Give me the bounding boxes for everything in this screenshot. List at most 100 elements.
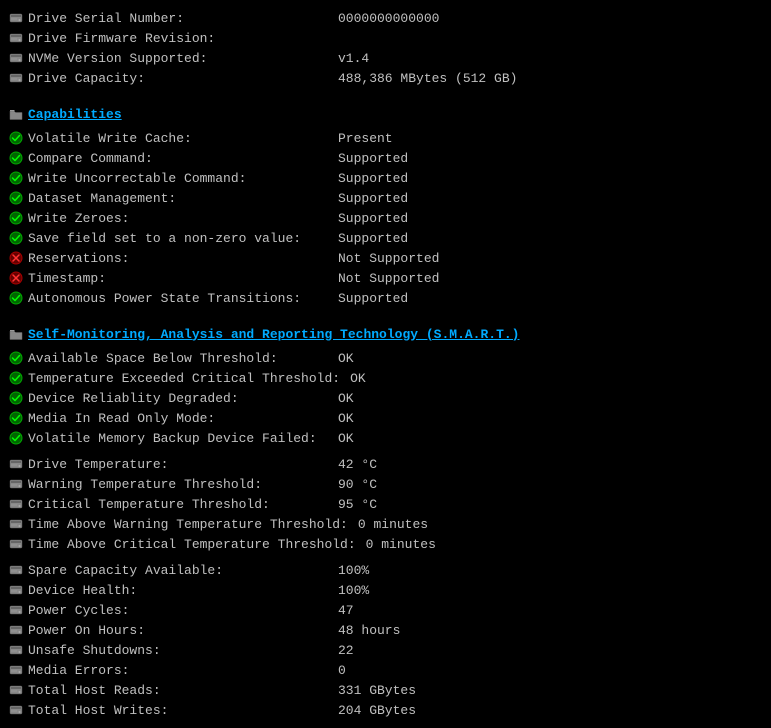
label-text-save-field: Save field set to a non-zero value: bbox=[28, 231, 301, 246]
label-autonomous-power: Autonomous Power State Transitions: bbox=[8, 290, 328, 306]
label-text-timestamp: Timestamp: bbox=[28, 271, 106, 286]
drive-icon bbox=[8, 476, 24, 492]
label-text-time-above-critical: Time Above Critical Temperature Threshol… bbox=[28, 537, 356, 552]
row-dataset-management: Dataset Management:Supported bbox=[8, 188, 763, 208]
label-media-readonly: Media In Read Only Mode: bbox=[8, 410, 328, 426]
capabilities-link[interactable]: Capabilities bbox=[28, 107, 122, 122]
label-nvme-version: NVMe Version Supported: bbox=[8, 50, 328, 66]
red-x-icon bbox=[8, 250, 24, 266]
spacer-1 bbox=[8, 88, 763, 94]
label-text-critical-temp: Critical Temperature Threshold: bbox=[28, 497, 270, 512]
row-critical-temp: Critical Temperature Threshold: 95 °C bbox=[8, 494, 763, 514]
row-write-zeroes: Write Zeroes:Supported bbox=[8, 208, 763, 228]
label-device-health: Device Health: bbox=[8, 582, 328, 598]
label-text-drive-temp: Drive Temperature: bbox=[28, 457, 168, 472]
value-critical-temp: 95 °C bbox=[328, 497, 763, 512]
row-media-readonly: Media In Read Only Mode:OK bbox=[8, 408, 763, 428]
label-compare-command: Compare Command: bbox=[8, 150, 328, 166]
label-spare-capacity: Spare Capacity Available: bbox=[8, 562, 328, 578]
green-check-icon bbox=[8, 230, 24, 246]
value-save-field: Supported bbox=[328, 231, 763, 246]
label-text-temp-exceeded: Temperature Exceeded Critical Threshold: bbox=[28, 371, 340, 386]
folder-icon bbox=[8, 106, 24, 122]
value-total-host-writes: 204 GBytes bbox=[328, 703, 763, 718]
row-save-field: Save field set to a non-zero value: Suppo… bbox=[8, 228, 763, 248]
label-write-uncorrectable: Write Uncorrectable Command: bbox=[8, 170, 328, 186]
row-drive-capacity: Drive Capacity:488,386 MBytes (512 GB) bbox=[8, 68, 763, 88]
label-text-drive-serial: Drive Serial Number: bbox=[28, 11, 184, 26]
row-time-above-critical: Time Above Critical Temperature Threshol… bbox=[8, 534, 763, 554]
row-device-reliability: Device Reliablity Degraded:OK bbox=[8, 388, 763, 408]
value-volatile-write-cache: Present bbox=[328, 131, 763, 146]
value-autonomous-power: Supported bbox=[328, 291, 763, 306]
green-check-icon bbox=[8, 210, 24, 226]
row-device-health: Device Health:100% bbox=[8, 580, 763, 600]
row-volatile-memory: Volatile Memory Backup Device Failed:OK bbox=[8, 428, 763, 448]
drive-icon bbox=[8, 496, 24, 512]
label-drive-firmware: Drive Firmware Revision: bbox=[8, 30, 328, 46]
row-timestamp: Timestamp: Not Supported bbox=[8, 268, 763, 288]
spacer-2 bbox=[8, 308, 763, 314]
label-text-warning-temp: Warning Temperature Threshold: bbox=[28, 477, 262, 492]
label-text-media-errors: Media Errors: bbox=[28, 663, 129, 678]
label-critical-temp: Critical Temperature Threshold: bbox=[8, 496, 328, 512]
label-available-space: Available Space Below Threshold: bbox=[8, 350, 328, 366]
drive-icon bbox=[8, 602, 24, 618]
drive-icon bbox=[8, 622, 24, 638]
value-drive-serial: 0000000000000 bbox=[328, 11, 763, 26]
label-volatile-write-cache: Volatile Write Cache: bbox=[8, 130, 328, 146]
drive-icon bbox=[8, 702, 24, 718]
row-drive-serial: Drive Serial Number: 0000000000000 bbox=[8, 8, 763, 28]
drive-icon bbox=[8, 10, 24, 26]
value-available-space: OK bbox=[328, 351, 763, 366]
row-nvme-version: NVMe Version Supported:v1.4 bbox=[8, 48, 763, 68]
value-reservations: Not Supported bbox=[328, 251, 763, 266]
label-text-power-on-hours: Power On Hours: bbox=[28, 623, 145, 638]
label-timestamp: Timestamp: bbox=[8, 270, 328, 286]
value-temp-exceeded: OK bbox=[340, 371, 763, 386]
label-drive-capacity: Drive Capacity: bbox=[8, 70, 328, 86]
row-total-host-reads: Total Host Reads:331 GBytes bbox=[8, 680, 763, 700]
label-text-power-cycles: Power Cycles: bbox=[28, 603, 129, 618]
value-media-errors: 0 bbox=[328, 663, 763, 678]
drive-icon bbox=[8, 50, 24, 66]
green-check-icon bbox=[8, 390, 24, 406]
label-temp-exceeded: Temperature Exceeded Critical Threshold: bbox=[8, 370, 340, 386]
drive-icon bbox=[8, 662, 24, 678]
label-power-cycles: Power Cycles: bbox=[8, 602, 328, 618]
value-compare-command: Supported bbox=[328, 151, 763, 166]
row-power-on-hours: Power On Hours: 48 hours bbox=[8, 620, 763, 640]
value-media-readonly: OK bbox=[328, 411, 763, 426]
row-drive-firmware: Drive Firmware Revision: bbox=[8, 28, 763, 48]
label-text-device-health: Device Health: bbox=[28, 583, 137, 598]
value-drive-temp: 42 °C bbox=[328, 457, 763, 472]
label-text-available-space: Available Space Below Threshold: bbox=[28, 351, 278, 366]
label-write-zeroes: Write Zeroes: bbox=[8, 210, 328, 226]
red-x-icon bbox=[8, 270, 24, 286]
label-total-host-writes: Total Host Writes: bbox=[8, 702, 328, 718]
value-nvme-version: v1.4 bbox=[328, 51, 763, 66]
label-text-write-uncorrectable: Write Uncorrectable Command: bbox=[28, 171, 246, 186]
drive-icon bbox=[8, 682, 24, 698]
label-unsafe-shutdowns: Unsafe Shutdowns: bbox=[8, 642, 328, 658]
smart-link[interactable]: Self-Monitoring, Analysis and Reporting … bbox=[28, 327, 519, 342]
drive-icon bbox=[8, 456, 24, 472]
label-text-compare-command: Compare Command: bbox=[28, 151, 153, 166]
value-power-on-hours: 48 hours bbox=[328, 623, 763, 638]
label-total-host-reads: Total Host Reads: bbox=[8, 682, 328, 698]
drive-icon bbox=[8, 582, 24, 598]
green-check-icon bbox=[8, 150, 24, 166]
value-device-reliability: OK bbox=[328, 391, 763, 406]
row-spare-capacity: Spare Capacity Available:100% bbox=[8, 560, 763, 580]
green-check-icon bbox=[8, 430, 24, 446]
label-device-reliability: Device Reliablity Degraded: bbox=[8, 390, 328, 406]
label-power-on-hours: Power On Hours: bbox=[8, 622, 328, 638]
capabilities-section: Capabilities Volatile Write Cache:Presen… bbox=[8, 104, 763, 308]
value-dataset-management: Supported bbox=[328, 191, 763, 206]
smart-header: Self-Monitoring, Analysis and Reporting … bbox=[8, 324, 763, 344]
value-write-uncorrectable: Supported bbox=[328, 171, 763, 186]
value-spare-capacity: 100% bbox=[328, 563, 763, 578]
label-text-drive-firmware: Drive Firmware Revision: bbox=[28, 31, 215, 46]
value-timestamp: Not Supported bbox=[328, 271, 763, 286]
label-text-write-zeroes: Write Zeroes: bbox=[28, 211, 129, 226]
